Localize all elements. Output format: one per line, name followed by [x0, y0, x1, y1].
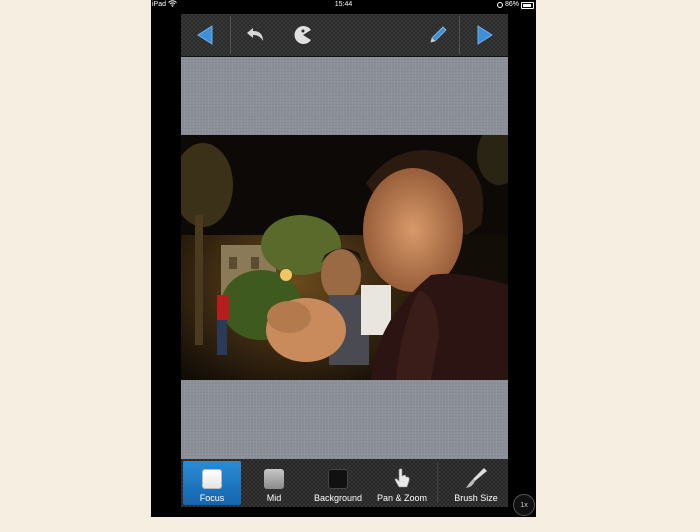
battery-percent: 86%	[504, 1, 519, 8]
bottom-toolbar: Focus Mid Background Pan & Zoom Brush Si…	[181, 459, 508, 507]
background-swatch-icon	[328, 469, 348, 489]
photo-image	[181, 135, 508, 380]
tab-pan-zoom-label: Pan & Zoom	[376, 493, 428, 503]
forward-button[interactable]	[461, 14, 508, 56]
back-button[interactable]	[181, 14, 229, 56]
status-bar: iPad 15:44 86%	[151, 0, 536, 10]
ipad-screen: iPad 15:44 86% Focus Mid Background Pan …	[151, 0, 536, 517]
top-toolbar	[181, 14, 508, 57]
brush-icon	[466, 468, 487, 488]
tab-brush-size[interactable]: Brush Size	[445, 461, 507, 505]
hand-icon	[394, 468, 410, 488]
tab-background[interactable]: Background	[307, 461, 369, 505]
photo[interactable]	[181, 135, 508, 380]
clock: 15:44	[334, 1, 353, 8]
mid-swatch-icon	[264, 469, 284, 489]
tab-focus-label: Focus	[199, 493, 225, 503]
left-arrow-icon	[197, 25, 213, 45]
tab-divider	[437, 463, 438, 503]
undo-button[interactable]	[233, 14, 277, 56]
zoom-level-badge[interactable]: 1x	[513, 494, 535, 516]
edit-button[interactable]	[417, 14, 459, 56]
tab-focus[interactable]: Focus	[183, 461, 241, 505]
tab-background-label: Background	[313, 493, 363, 503]
tab-mid[interactable]: Mid	[245, 461, 303, 505]
tab-pan-zoom[interactable]: Pan & Zoom	[371, 461, 433, 505]
toolbar-divider	[230, 16, 231, 54]
toolbar-divider	[459, 16, 460, 54]
tab-brush-size-label: Brush Size	[454, 493, 498, 503]
right-arrow-icon	[477, 25, 493, 45]
tab-mid-label: Mid	[266, 493, 282, 503]
editing-canvas[interactable]	[181, 57, 508, 459]
status-right: 86%	[496, 0, 534, 10]
pacman-button[interactable]	[281, 14, 325, 56]
battery-icon	[521, 1, 534, 9]
undo-icon	[247, 28, 263, 41]
pencil-icon	[430, 26, 447, 43]
pacman-icon	[294, 26, 311, 44]
focus-swatch-icon	[202, 469, 222, 489]
rotation-lock-icon	[496, 2, 503, 8]
